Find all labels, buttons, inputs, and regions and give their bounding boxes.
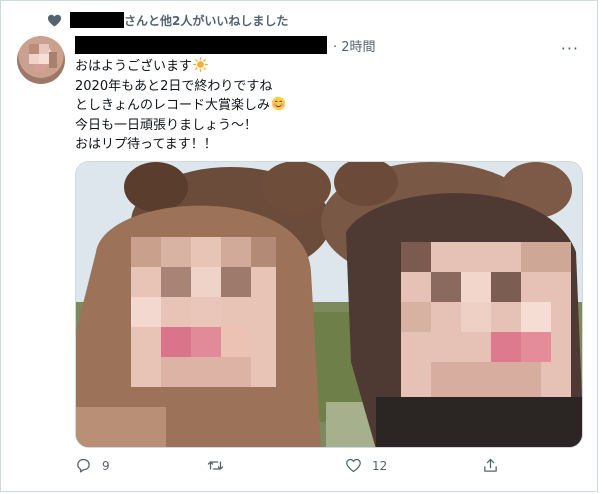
tweet-line: としきょんのレコード大賞楽しみ [75, 96, 286, 116]
heart-icon [47, 14, 62, 26]
tweet-line: 2020年もあと2日で終わりですね [75, 78, 273, 94]
tweet-line: おはようございます [75, 57, 286, 77]
like-count: 12 [372, 458, 388, 473]
more-options-button[interactable]: ··· [561, 39, 579, 58]
pixelated-face-right [401, 242, 571, 397]
share-button[interactable] [482, 457, 509, 474]
photo-illustration [76, 162, 582, 447]
tweet-line: おはリプ待ってます！！ [75, 137, 217, 152]
retweet-icon [207, 461, 224, 470]
liked-by-link[interactable]: さんと他2人がいいねしました [70, 12, 288, 29]
reply-icon [77, 458, 90, 473]
heart-icon [346, 458, 361, 473]
share-icon [484, 458, 497, 472]
retweet-button[interactable] [207, 457, 234, 474]
tweet-text: おはようございます 2020年もあと2日で終わりですね としきょんのレコード大賞… [75, 57, 286, 155]
like-button[interactable]: 12 [345, 457, 387, 474]
sun-emoji-icon [193, 57, 208, 72]
pixelated-face-left [131, 237, 276, 387]
tweet-photo[interactable] [75, 161, 583, 448]
tweet-header: · 2時間 [75, 35, 376, 55]
avatar-pixel [34, 64, 46, 72]
avatar-pixel [39, 54, 49, 64]
avatar[interactable] [17, 36, 65, 84]
redacted-display-name[interactable] [75, 36, 327, 54]
avatar-pixel [29, 44, 39, 54]
tweet-card[interactable]: さんと他2人がいいねしました · 2時間 ··· おはようございます 2020年… [0, 0, 598, 492]
avatar-pixel [49, 52, 57, 68]
tweet-actions: 9 12 [75, 457, 505, 479]
tweet-time[interactable]: · 2時間 [333, 36, 376, 55]
redacted-username [70, 12, 124, 28]
avatar-pixel [39, 44, 49, 54]
reply-button[interactable]: 9 [75, 457, 110, 474]
tweet-line: 今日も一日頑張りましょう〜！ [75, 117, 258, 133]
avatar-pixel [29, 54, 39, 64]
smiling-face-emoji-icon [271, 96, 286, 111]
reply-count: 9 [102, 458, 110, 473]
social-context: さんと他2人がいいねしました [47, 10, 288, 30]
liked-by-text: さんと他2人がいいねしました [124, 13, 289, 28]
